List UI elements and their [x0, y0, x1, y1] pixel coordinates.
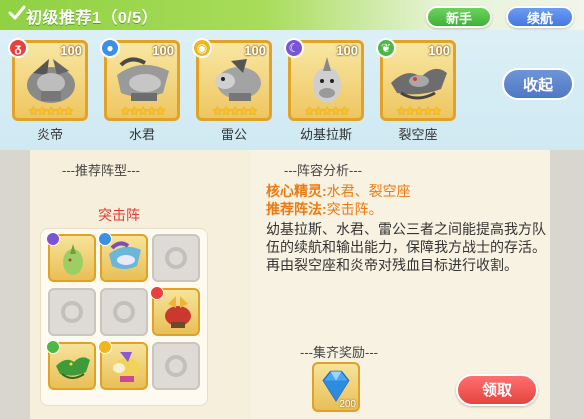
formation-slot-empty[interactable] [152, 342, 200, 390]
reward-section-title: ---集齐奖励--- [300, 345, 378, 360]
star-rating: ★★★★★ [304, 104, 350, 118]
fire-element-icon [150, 286, 164, 300]
sustain-tab-button[interactable]: 续航 [506, 6, 574, 28]
psychic-element-icon [46, 232, 60, 246]
pokemon-portrait [391, 68, 447, 100]
method-value: 突击阵。 [326, 201, 383, 217]
fire-element-icon: ᵹ [8, 38, 28, 58]
grass-element-icon [46, 340, 60, 354]
formation-slot-filled[interactable] [46, 340, 96, 390]
grass-element-icon: ❦ [376, 38, 396, 58]
formation-slot-filled[interactable] [98, 340, 148, 390]
star-rating: ★★★★★ [28, 104, 74, 118]
pokemon-name: 雷公 [220, 127, 247, 142]
checkmark-icon [8, 5, 26, 20]
recommend-title: 初级推荐1（0/5） [26, 10, 159, 27]
pokemon-portrait [215, 59, 261, 101]
collapse-button[interactable]: 收起 [502, 68, 574, 100]
pokemon-portrait [56, 357, 90, 379]
core-value: 水君、裂空座 [326, 183, 411, 199]
pokemon-portrait [313, 57, 341, 103]
beginner-tab-button[interactable]: 新手 [426, 6, 492, 28]
formation-slot-filled[interactable] [150, 286, 200, 336]
analysis-description: 幼基拉斯、水君、雷公三者之间能提高我方队伍的续航和输出能力，保障我方战士的存活。… [266, 221, 546, 273]
core-label: 核心精灵: [266, 183, 327, 199]
water-element-icon: ● [100, 38, 120, 58]
pokemon-portrait [109, 241, 141, 269]
formation-name: 突击阵 [98, 207, 140, 223]
pokemon-name: 幼基拉斯 [299, 127, 352, 142]
formation-slot-empty[interactable] [100, 288, 148, 336]
psychic-element-icon: ☾ [284, 38, 304, 58]
pokemon-name: 水君 [128, 127, 155, 142]
claim-button[interactable]: 领取 [456, 374, 538, 406]
formation-slot-filled[interactable] [98, 232, 148, 282]
pokemon-portrait [113, 352, 140, 382]
reward-item[interactable]: 200 [312, 362, 360, 412]
electric-element-icon: ◉ [192, 38, 212, 58]
reward-count: 200 [339, 399, 356, 410]
pokemon-name: 炎帝 [36, 127, 63, 142]
star-rating: ★★★★★ [120, 104, 166, 118]
star-rating: ★★★★★ [396, 104, 442, 118]
electric-element-icon [98, 340, 112, 354]
pokemon-name: 裂空座 [398, 127, 438, 142]
pokemon-portrait [27, 59, 75, 103]
formation-slot-empty[interactable] [152, 234, 200, 282]
formation-section-title: ---推荐阵型--- [62, 163, 140, 178]
star-rating: ★★★★★ [212, 104, 258, 118]
formation-slot-filled[interactable] [46, 232, 96, 282]
method-label: 推荐阵法: [266, 201, 327, 217]
water-element-icon [98, 232, 112, 246]
title-bar: 初级推荐1（0/5） [0, 0, 584, 30]
pokemon-portrait [117, 57, 169, 101]
pokemon-portrait [63, 244, 83, 275]
formation-slot-empty[interactable] [48, 288, 96, 336]
pokemon-portrait [165, 296, 191, 328]
analysis-section-title: ---阵容分析--- [284, 163, 362, 178]
analysis-text: 核心精灵:水君、裂空座 推荐阵法:突击阵。 幼基拉斯、水君、雷公三者之间能提高我… [266, 182, 556, 274]
